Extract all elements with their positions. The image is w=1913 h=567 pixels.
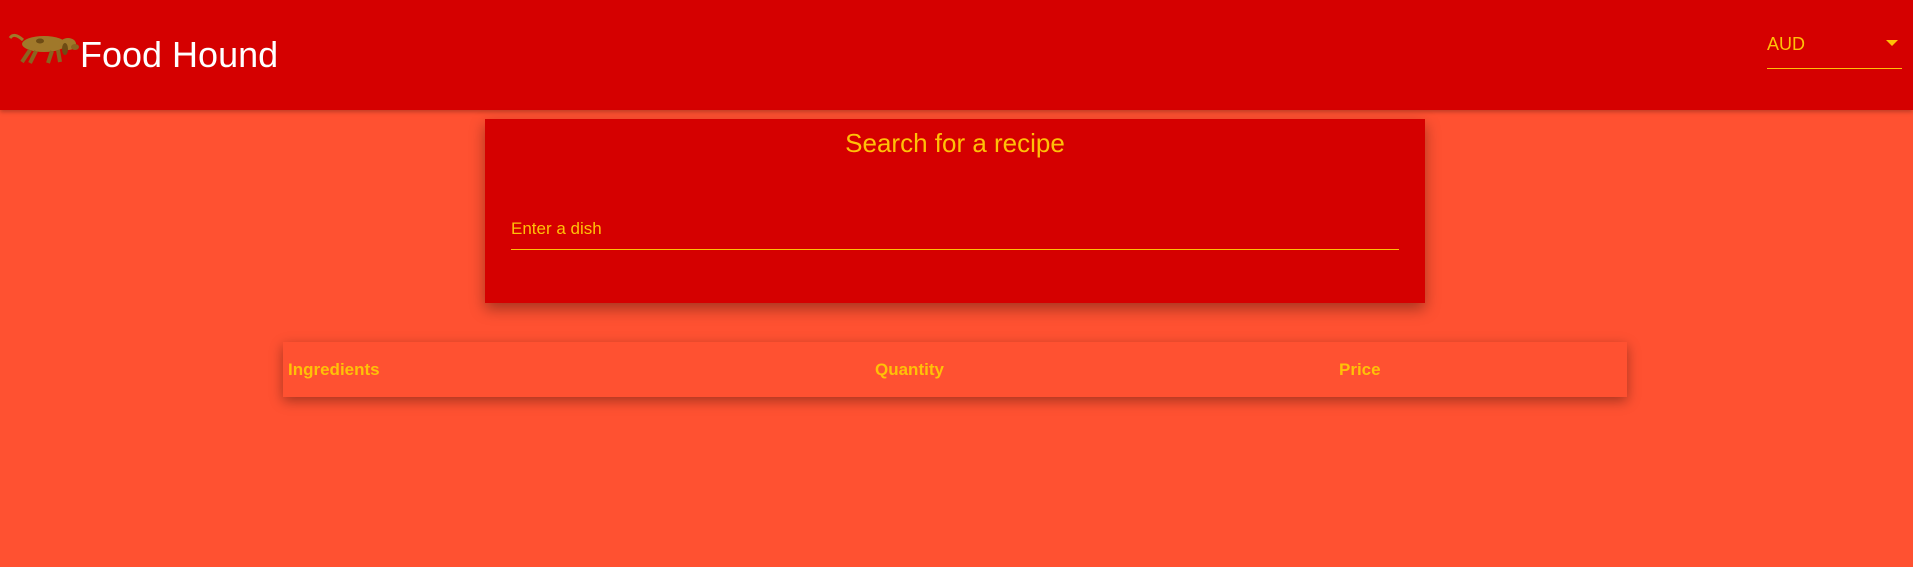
column-header-ingredients: Ingredients <box>288 360 380 379</box>
currency-select[interactable]: AUD <box>1767 30 1902 69</box>
app-title: Food Hound <box>80 34 279 75</box>
dish-search-field <box>511 211 1399 250</box>
currency-selected-value: AUD <box>1767 34 1806 54</box>
dish-search-input[interactable] <box>511 211 1399 247</box>
search-card-title: Search for a recipe <box>845 128 1065 158</box>
column-header-price: Price <box>1339 360 1381 379</box>
dog-icon <box>8 22 80 66</box>
dropdown-caret-icon <box>1886 40 1898 46</box>
recipe-search-card: Search for a recipe <box>485 119 1425 303</box>
column-header-quantity: Quantity <box>875 360 944 379</box>
ingredients-table: Ingredients Quantity Price <box>283 342 1627 397</box>
app-bar: Food Hound AUD <box>0 0 1913 110</box>
